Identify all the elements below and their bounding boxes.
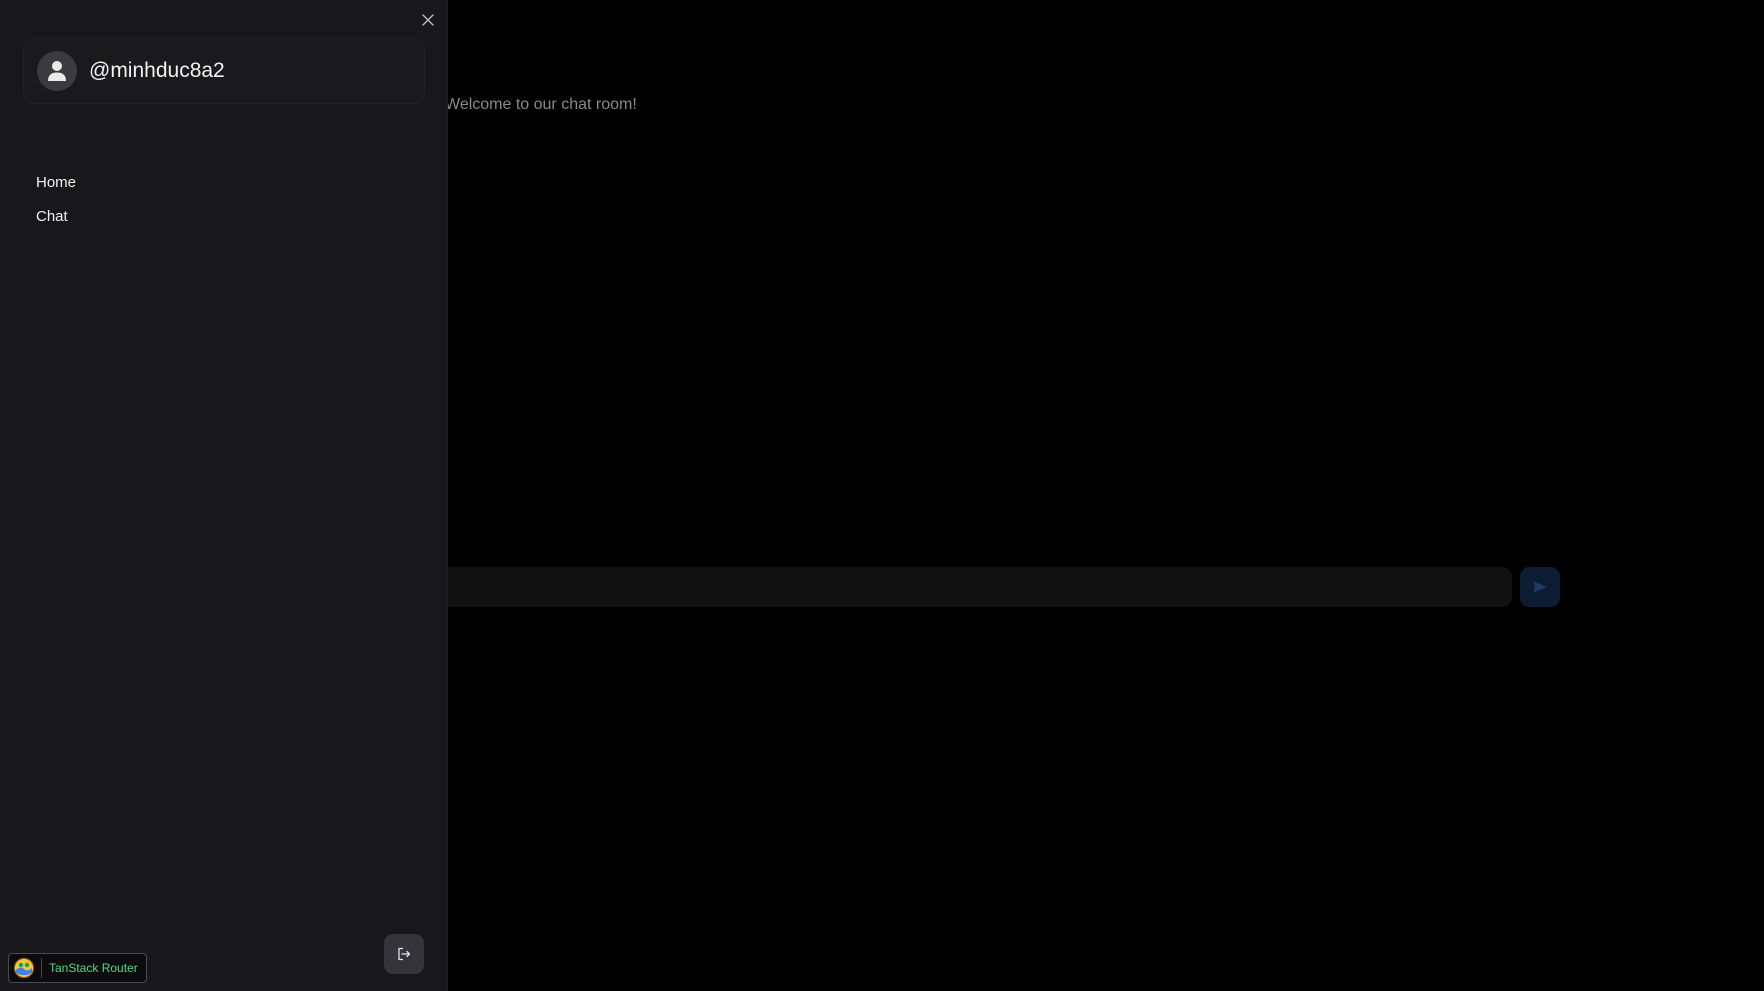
send-button[interactable] xyxy=(1520,567,1560,607)
message-input[interactable] xyxy=(440,567,1512,607)
avatar xyxy=(37,51,77,91)
nav-item-home[interactable]: Home xyxy=(36,172,76,206)
send-icon xyxy=(1533,581,1547,593)
app-page: Welcome to our chat room! @minhduc8a2 Ho… xyxy=(0,0,1764,991)
devtools-label: TanStack Router xyxy=(49,961,138,975)
user-icon xyxy=(48,61,66,81)
tanstack-logo-icon xyxy=(14,958,34,978)
logout-icon xyxy=(398,947,411,961)
drawer-nav: Home Chat xyxy=(36,172,76,240)
nav-item-chat[interactable]: Chat xyxy=(36,206,76,240)
logout-button[interactable] xyxy=(384,934,424,974)
tanstack-router-devtools-toggle[interactable]: TanStack Router xyxy=(8,953,147,983)
username: @minhduc8a2 xyxy=(89,59,225,82)
user-card: @minhduc8a2 xyxy=(23,38,425,104)
side-drawer: @minhduc8a2 Home Chat xyxy=(0,0,448,991)
devtools-separator xyxy=(41,958,42,978)
close-icon xyxy=(422,14,434,26)
welcome-message: Welcome to our chat room! xyxy=(445,96,637,113)
close-drawer-button[interactable] xyxy=(417,9,439,31)
